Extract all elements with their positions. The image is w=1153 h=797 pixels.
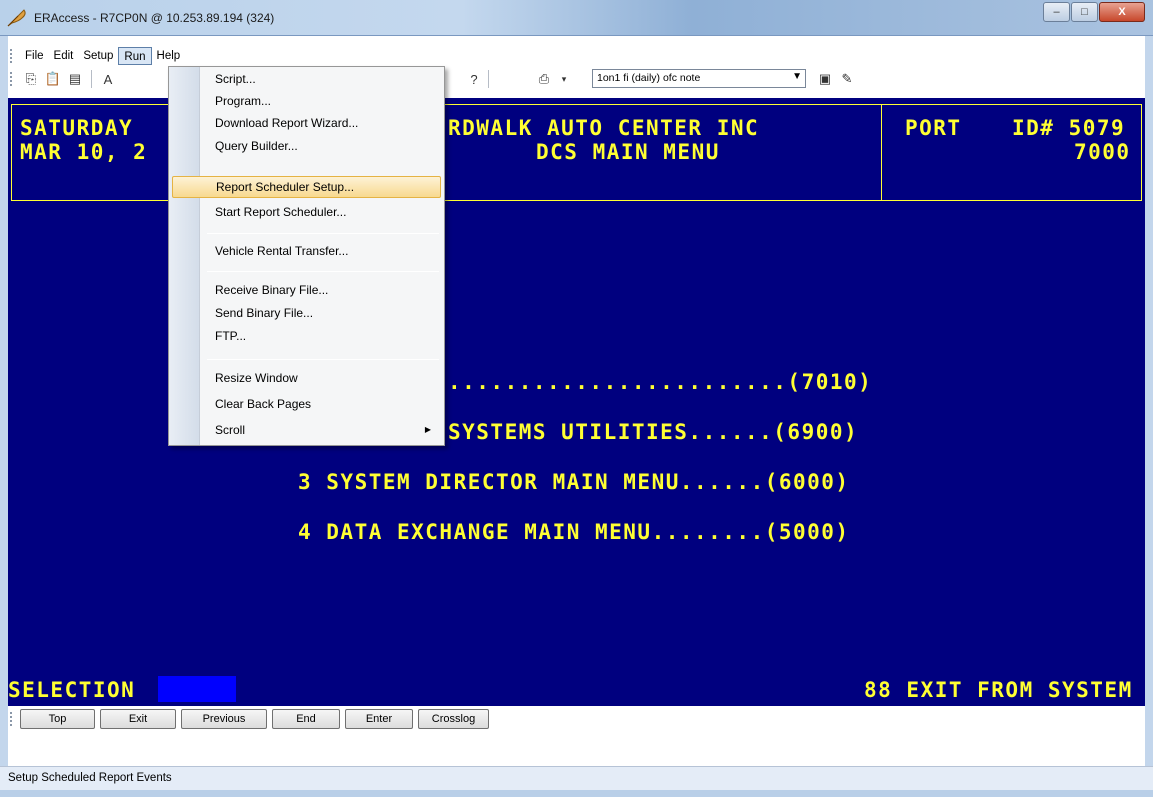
toolbar-separator (488, 70, 489, 88)
menu-item-receive-binary-file[interactable]: Receive Binary File... (172, 279, 441, 301)
menu-option-1: ........................(7010) (448, 370, 873, 394)
enter-button[interactable]: Enter (345, 709, 413, 729)
exit-button[interactable]: Exit (100, 709, 176, 729)
app-feather-icon (7, 9, 26, 27)
run-menu-dropdown: Script... Program... Download Report Wiz… (168, 66, 445, 446)
window-frame-bottom (0, 790, 1153, 797)
exit-label: 88 EXIT FROM SYSTEM (864, 678, 1133, 702)
menu-item-clear-back-pages[interactable]: Clear Back Pages (172, 393, 441, 415)
menu-option-2: SYSTEMS UTILITIES......(6900) (448, 420, 859, 444)
buttonbar-grip-icon[interactable] (10, 712, 16, 726)
menu-item-send-binary-file[interactable]: Send Binary File... (172, 302, 441, 324)
header-day: SATURDAY (20, 116, 134, 140)
menu-help[interactable]: Help (152, 47, 186, 65)
minimize-button[interactable]: – (1043, 2, 1070, 22)
window-controls: – □ X (1042, 2, 1145, 24)
copy-icon[interactable]: ⎘ (22, 70, 40, 88)
button-bar: Top Exit Previous End Enter Crosslog (8, 706, 1145, 732)
menu-file[interactable]: File (20, 47, 49, 65)
menu-item-script[interactable]: Script... (172, 68, 441, 90)
menu-item-start-report-scheduler[interactable]: Start Report Scheduler... (172, 201, 441, 223)
menu-item-program[interactable]: Program... (172, 90, 441, 112)
menu-item-ftp[interactable]: FTP... (172, 325, 441, 347)
paste-special-icon[interactable]: ▤ (66, 70, 84, 88)
header-date: MAR 10, 2 (20, 140, 148, 164)
toolbar-separator (91, 70, 92, 88)
toolbar-grip-icon[interactable] (10, 72, 16, 86)
window-frame-right (1145, 36, 1153, 766)
menu-item-scroll[interactable]: Scroll ▶ (172, 419, 441, 441)
title-bar: ERAccess - R7CP0N @ 10.253.89.194 (324) … (0, 0, 1153, 36)
help-icon[interactable]: ? (465, 70, 483, 88)
selection-label: SELECTION (8, 678, 136, 702)
header-port: PORT (905, 116, 962, 140)
top-button[interactable]: Top (20, 709, 95, 729)
header-number: 7000 (1074, 140, 1131, 164)
print-dropdown-icon[interactable]: ▾ (555, 70, 573, 88)
window-title: ERAccess - R7CP0N @ 10.253.89.194 (324) (34, 11, 275, 25)
previous-button[interactable]: Previous (181, 709, 267, 729)
menu-item-download-report-wizard[interactable]: Download Report Wizard... (172, 112, 441, 134)
menu-item-report-scheduler-setup[interactable]: Report Scheduler Setup... (172, 176, 441, 198)
menu-bar: File Edit Setup Run Help (8, 46, 1145, 66)
chevron-down-icon: ▼ (792, 71, 802, 82)
print-icon[interactable]: ⎙ (535, 70, 553, 88)
script-combo-value: 1on1 fi (daily) ofc note (597, 72, 701, 84)
header-company: RDWALK AUTO CENTER INC (448, 116, 760, 140)
menu-edit[interactable]: Edit (49, 47, 79, 65)
selection-input[interactable] (158, 676, 236, 702)
header-id: ID# 5079 (1012, 116, 1126, 140)
status-bar: Setup Scheduled Report Events (0, 766, 1153, 790)
run-script-icon[interactable]: ▣ (816, 70, 834, 88)
menu-item-query-builder[interactable]: Query Builder... (172, 135, 441, 157)
submenu-arrow-icon: ▶ (424, 425, 431, 434)
menu-item-scroll-label: Scroll (215, 423, 246, 437)
crosslog-button[interactable]: Crosslog (418, 709, 489, 729)
maximize-button[interactable]: □ (1071, 2, 1098, 22)
menu-option-4: 4 DATA EXCHANGE MAIN MENU........(5000) (298, 520, 850, 544)
header-menu-title: DCS MAIN MENU (536, 140, 720, 164)
paste-icon[interactable]: 📋 (44, 70, 62, 88)
header-divider (881, 105, 882, 200)
end-button[interactable]: End (272, 709, 340, 729)
status-text: Setup Scheduled Report Events (8, 772, 172, 784)
font-icon[interactable]: A (99, 70, 117, 88)
menu-option-3: 3 SYSTEM DIRECTOR MAIN MENU......(6000) (298, 470, 850, 494)
menubar-grip-icon[interactable] (10, 49, 16, 63)
menu-run[interactable]: Run (118, 47, 152, 65)
menu-separator (207, 271, 439, 272)
menu-separator (207, 233, 439, 234)
window-frame-left (0, 36, 8, 766)
menu-setup[interactable]: Setup (78, 47, 118, 65)
menu-separator (207, 359, 439, 360)
close-button[interactable]: X (1099, 2, 1145, 22)
menu-item-vehicle-rental-transfer[interactable]: Vehicle Rental Transfer... (172, 240, 441, 262)
edit-script-icon[interactable]: ✎ (838, 70, 856, 88)
menu-item-resize-window[interactable]: Resize Window (172, 367, 441, 389)
script-combo[interactable]: 1on1 fi (daily) ofc note ▼ (592, 69, 806, 88)
